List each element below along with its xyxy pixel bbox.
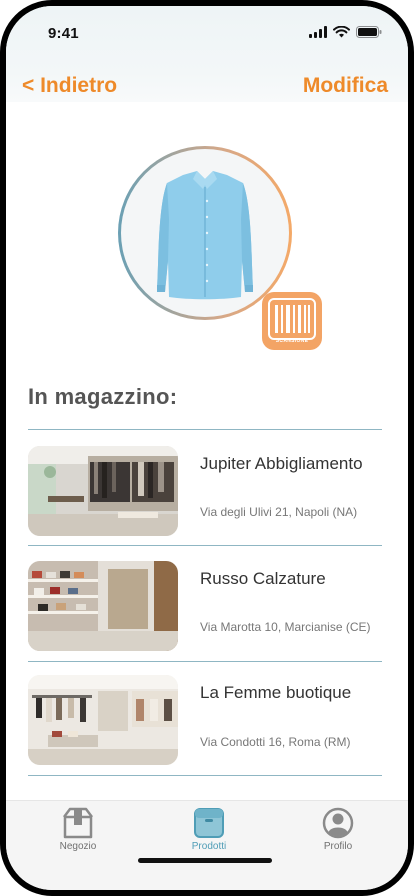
profile-icon xyxy=(322,807,354,839)
tab-label: Profilo xyxy=(323,841,353,852)
tab-prodotti[interactable]: Prodotti xyxy=(159,805,259,861)
back-button[interactable]: < Indietro xyxy=(22,74,117,98)
store-name: Jupiter Abbigliamento xyxy=(200,454,363,473)
divider xyxy=(28,661,382,662)
signal-icon xyxy=(309,26,327,38)
scan-button[interactable]: SCANSIONE xyxy=(262,292,322,350)
tab-bar: Negozio Prodotti Profilo xyxy=(6,800,408,890)
in-stock-title: In magazzino: xyxy=(28,384,178,409)
tab-label: Negozio xyxy=(59,841,97,852)
status-icons xyxy=(309,26,382,38)
store-address: Via degli Ulivi 21, Napoli (NA) xyxy=(200,505,358,519)
store-photo xyxy=(28,561,178,651)
store-address: Via Condotti 16, Roma (RM) xyxy=(200,735,351,749)
store-icon xyxy=(63,807,93,839)
status-time: 9:41 xyxy=(48,25,79,42)
store-item-la-femme[interactable]: La Femme buotique Via Condotti 16, Roma … xyxy=(28,675,388,767)
tab-label: Prodotti xyxy=(191,841,227,852)
wifi-icon xyxy=(333,26,350,38)
screen: 9:41 < Indietro Modifica SCANSIONE In ma… xyxy=(6,6,408,890)
divider xyxy=(28,429,382,430)
divider xyxy=(28,775,382,776)
box-icon xyxy=(194,808,224,838)
store-item-russo[interactable]: Russo Calzature Via Marotta 10, Marciani… xyxy=(28,561,388,653)
divider xyxy=(28,545,382,546)
store-address: Via Marotta 10, Marcianise (CE) xyxy=(200,620,371,634)
store-photo xyxy=(28,675,178,765)
store-item-jupiter[interactable]: Jupiter Abbigliamento Via degli Ulivi 21… xyxy=(28,446,388,538)
device-frame: 9:41 < Indietro Modifica SCANSIONE In ma… xyxy=(0,0,414,896)
battery-icon xyxy=(356,26,382,38)
home-indicator[interactable] xyxy=(138,858,272,863)
status-bar: 9:41 xyxy=(6,6,408,60)
tab-profilo[interactable]: Profilo xyxy=(288,805,388,861)
edit-button[interactable]: Modifica xyxy=(303,74,388,98)
store-name: La Femme buotique xyxy=(200,683,352,702)
scan-label: SCANSIONE xyxy=(275,338,309,344)
store-name: Russo Calzature xyxy=(200,569,326,588)
store-photo xyxy=(28,446,178,536)
tab-negozio[interactable]: Negozio xyxy=(28,805,128,861)
